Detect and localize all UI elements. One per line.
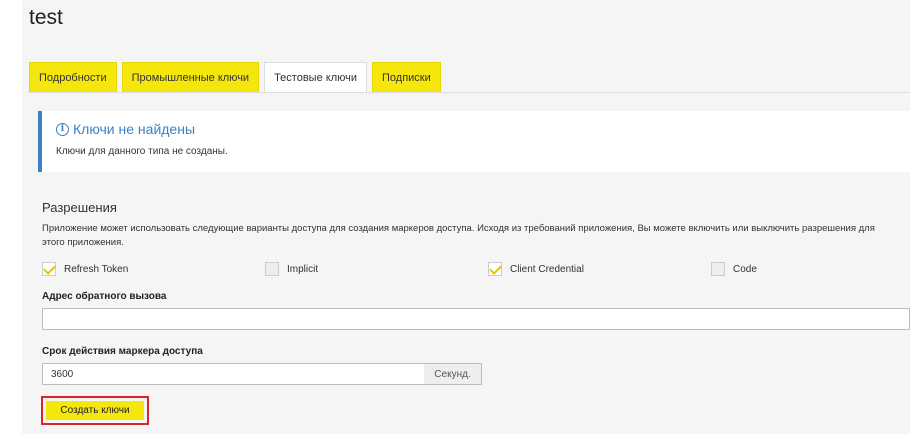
checkbox-refresh-token[interactable]: Refresh Token: [42, 262, 128, 276]
info-alert: i Ключи не найдены Ключи для данного тип…: [38, 111, 910, 172]
tab-subscriptions[interactable]: Подписки: [372, 62, 441, 92]
callback-url-input[interactable]: [42, 308, 910, 330]
tab-production-keys[interactable]: Промышленные ключи: [121, 62, 260, 92]
checkbox-label: Code: [733, 263, 757, 275]
create-keys-button[interactable]: Создать ключи: [46, 401, 144, 420]
checkbox-implicit[interactable]: Implicit: [265, 262, 318, 276]
tab-test-keys[interactable]: Тестовые ключи: [264, 62, 367, 94]
token-expiry-label: Срок действия маркера доступа: [42, 346, 203, 357]
callback-label: Адрес обратного вызова: [42, 291, 167, 302]
alert-title: Ключи не найдены: [73, 121, 196, 137]
permissions-description: Приложение может использовать следующие …: [42, 223, 875, 248]
seconds-addon: Секунд.: [424, 363, 482, 385]
checkbox-label: Refresh Token: [64, 263, 129, 275]
permissions-heading: Разрешения: [42, 200, 117, 215]
alert-text: Ключи для данного типа не созданы.: [56, 146, 228, 157]
info-icon: i: [56, 122, 69, 136]
checkbox-checked-icon[interactable]: [42, 262, 56, 276]
checkbox-unchecked-icon[interactable]: [265, 262, 279, 276]
checkbox-checked-icon[interactable]: [488, 262, 502, 276]
tab-details[interactable]: Подробности: [29, 62, 117, 92]
page-title: test: [29, 6, 63, 29]
checkbox-label: Implicit: [287, 263, 319, 275]
checkbox-code[interactable]: Code: [711, 262, 757, 276]
submit-highlight: Создать ключи: [41, 396, 149, 425]
checkbox-client-credential[interactable]: Client Credential: [488, 262, 584, 276]
tab-bar: Подробности Промышленные ключи Тестовые …: [29, 62, 446, 94]
token-expiry-input[interactable]: 3600: [42, 363, 425, 385]
checkbox-unchecked-icon[interactable]: [711, 262, 725, 276]
checkbox-label: Client Credential: [510, 263, 584, 275]
